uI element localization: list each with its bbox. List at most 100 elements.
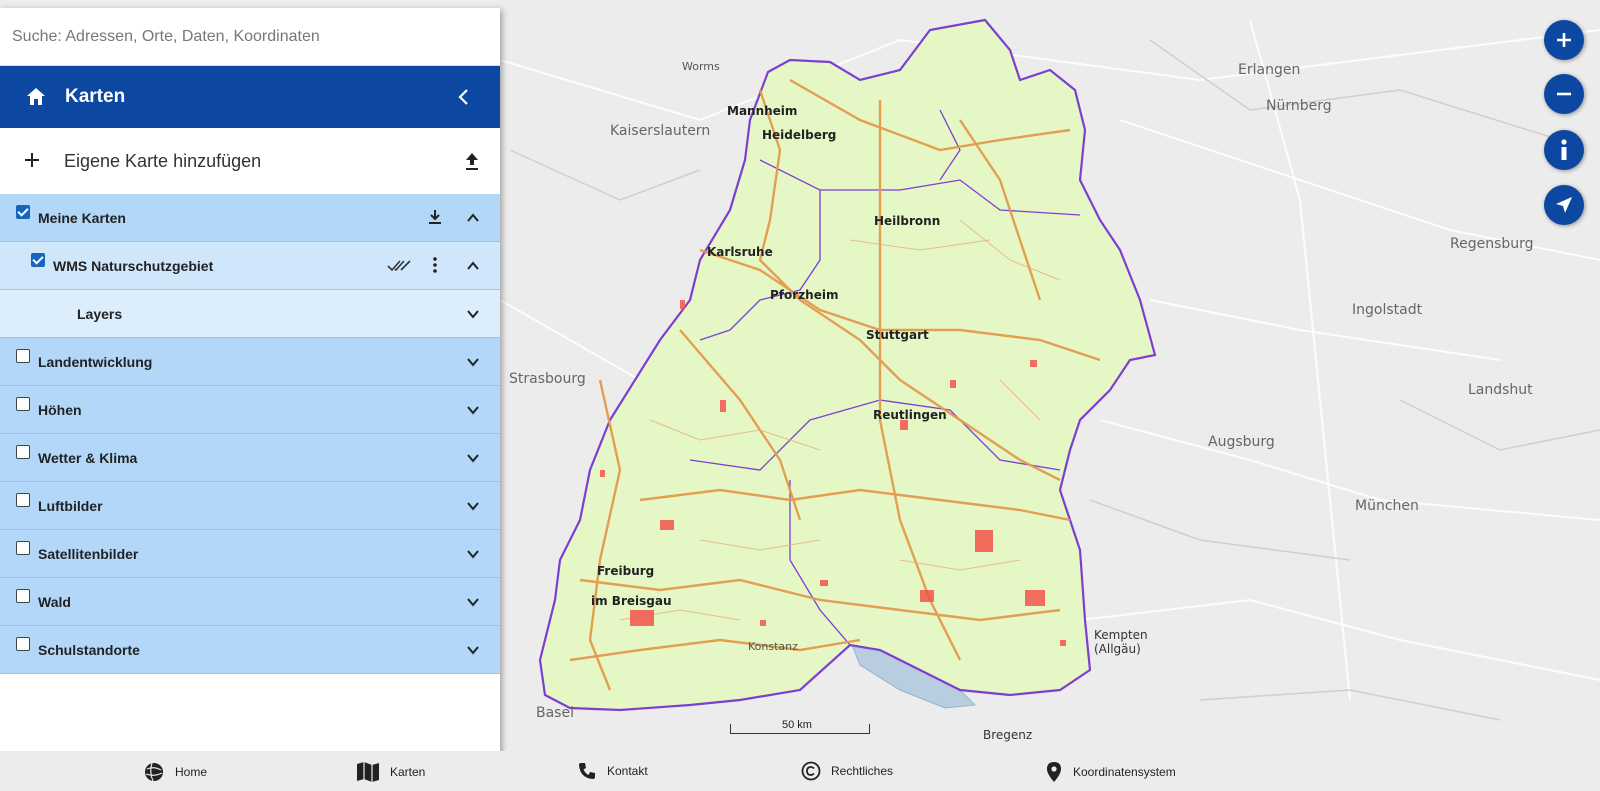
footer-karten-link[interactable]: Karten bbox=[356, 761, 425, 783]
category-label: Wetter & Klima bbox=[38, 450, 138, 466]
sidebar-title: Karten bbox=[65, 86, 126, 107]
add-own-map-row[interactable]: Eigene Karte hinzufügen bbox=[0, 128, 500, 194]
place-label: Worms bbox=[682, 60, 720, 73]
layers-label: Layers bbox=[77, 306, 123, 322]
more-vertical-icon[interactable] bbox=[426, 256, 444, 274]
place-label: Basel bbox=[536, 705, 574, 721]
map-sidebar: Karten Eigene Karte hinzufügen Meine Kar… bbox=[0, 8, 500, 757]
plus-icon bbox=[1557, 33, 1571, 47]
place-label: Pforzheim bbox=[770, 288, 839, 302]
search-input[interactable] bbox=[12, 27, 482, 46]
place-label: Mannheim bbox=[727, 104, 798, 118]
checkbox[interactable] bbox=[31, 253, 45, 267]
place-label: Kempten bbox=[1094, 628, 1148, 642]
checkbox[interactable] bbox=[16, 349, 30, 363]
checkbox[interactable] bbox=[16, 637, 30, 651]
chevron-down-icon[interactable] bbox=[466, 595, 480, 609]
place-label: Reutlingen bbox=[873, 408, 947, 422]
checkbox[interactable] bbox=[16, 397, 30, 411]
place-label: Augsburg bbox=[1208, 434, 1275, 450]
category-label: Wald bbox=[38, 594, 71, 610]
place-label: Erlangen bbox=[1238, 62, 1301, 78]
scale-label: 50 km bbox=[782, 719, 812, 731]
chevron-down-icon[interactable] bbox=[466, 643, 480, 657]
footer-nav: Home Karten Kontakt Rechtliches Koordina… bbox=[0, 751, 1600, 791]
upload-icon[interactable] bbox=[462, 150, 482, 172]
zoom-out-button[interactable] bbox=[1544, 74, 1584, 114]
chevron-down-icon[interactable] bbox=[466, 403, 480, 417]
category-hoehen[interactable]: Höhen bbox=[0, 386, 500, 434]
place-label: Stuttgart bbox=[866, 328, 929, 342]
search-bar bbox=[0, 8, 500, 66]
sidebar-header: Karten bbox=[0, 66, 500, 128]
category-wetter-klima[interactable]: Wetter & Klima bbox=[0, 434, 500, 482]
checkbox[interactable] bbox=[16, 205, 30, 219]
category-satellitenbilder[interactable]: Satellitenbilder bbox=[0, 530, 500, 578]
place-label: Konstanz bbox=[748, 640, 798, 653]
double-check-icon[interactable] bbox=[386, 256, 412, 274]
place-label: Heidelberg bbox=[762, 128, 837, 142]
globe-icon bbox=[145, 762, 163, 782]
info-icon bbox=[1561, 139, 1567, 160]
place-label: Ingolstadt bbox=[1352, 302, 1423, 318]
footer-koordinatensystem-label: Koordinatensystem bbox=[1073, 765, 1176, 779]
checkbox[interactable] bbox=[16, 445, 30, 459]
footer-kontakt-link[interactable]: Kontakt bbox=[577, 761, 648, 781]
place-label: Karlsruhe bbox=[707, 245, 773, 259]
footer-rechtliches-label: Rechtliches bbox=[831, 764, 894, 778]
chevron-up-icon[interactable] bbox=[466, 259, 480, 273]
copyright-icon bbox=[801, 761, 821, 781]
navigation-arrow-icon bbox=[1556, 197, 1572, 213]
map-icon bbox=[357, 762, 379, 782]
home-icon[interactable] bbox=[25, 86, 47, 108]
place-label: Bregenz bbox=[983, 728, 1033, 742]
place-label: Strasbourg bbox=[509, 371, 586, 387]
category-wald[interactable]: Wald bbox=[0, 578, 500, 626]
category-label: WMS Naturschutzgebiet bbox=[53, 258, 214, 274]
add-own-map-label: Eigene Karte hinzufügen bbox=[64, 150, 262, 171]
place-label: Nürnberg bbox=[1266, 98, 1332, 114]
plus-icon bbox=[25, 153, 39, 167]
chevron-left-icon[interactable] bbox=[454, 86, 474, 108]
footer-home-link[interactable]: Home bbox=[143, 761, 207, 783]
minus-icon bbox=[1557, 92, 1571, 96]
place-label: (Allgäu) bbox=[1094, 642, 1141, 656]
footer-karten-label: Karten bbox=[390, 765, 426, 779]
place-label: Landshut bbox=[1468, 382, 1533, 398]
checkbox[interactable] bbox=[16, 589, 30, 603]
layers-row[interactable]: Layers bbox=[0, 290, 500, 338]
locate-button[interactable] bbox=[1544, 185, 1584, 225]
place-label: Kaiserslautern bbox=[610, 123, 711, 139]
download-icon[interactable] bbox=[426, 208, 444, 226]
category-label: Luftbilder bbox=[38, 498, 103, 514]
category-label: Landentwicklung bbox=[38, 354, 153, 370]
category-luftbilder[interactable]: Luftbilder bbox=[0, 482, 500, 530]
chevron-up-icon[interactable] bbox=[466, 211, 480, 225]
place-label: Regensburg bbox=[1450, 236, 1534, 252]
phone-icon bbox=[579, 763, 595, 779]
category-meine-karten[interactable]: Meine Karten bbox=[0, 194, 500, 242]
place-label: Heilbronn bbox=[874, 214, 941, 228]
chevron-down-icon[interactable] bbox=[466, 547, 480, 561]
category-landentwicklung[interactable]: Landentwicklung bbox=[0, 338, 500, 386]
footer-rechtliches-link[interactable]: Rechtliches bbox=[801, 761, 893, 781]
category-schulstandorte[interactable]: Schulstandorte bbox=[0, 626, 500, 674]
category-label: Meine Karten bbox=[38, 210, 126, 226]
category-wms-naturschutzgebiet[interactable]: WMS Naturschutzgebiet bbox=[0, 242, 500, 290]
place-label: München bbox=[1355, 498, 1419, 514]
chevron-down-icon[interactable] bbox=[466, 307, 480, 321]
chevron-down-icon[interactable] bbox=[466, 499, 480, 513]
info-button[interactable] bbox=[1544, 130, 1584, 170]
footer-home-label: Home bbox=[175, 765, 208, 779]
location-pin-icon bbox=[1047, 762, 1061, 782]
zoom-in-button[interactable] bbox=[1544, 20, 1584, 60]
footer-koordinatensystem-link[interactable]: Koordinatensystem bbox=[1045, 761, 1176, 783]
category-label: Satellitenbilder bbox=[38, 546, 139, 562]
checkbox[interactable] bbox=[16, 493, 30, 507]
category-label: Höhen bbox=[38, 402, 82, 418]
place-label: Freiburg bbox=[597, 564, 655, 578]
chevron-down-icon[interactable] bbox=[466, 451, 480, 465]
chevron-down-icon[interactable] bbox=[466, 355, 480, 369]
footer-kontakt-label: Kontakt bbox=[607, 764, 648, 778]
checkbox[interactable] bbox=[16, 541, 30, 555]
